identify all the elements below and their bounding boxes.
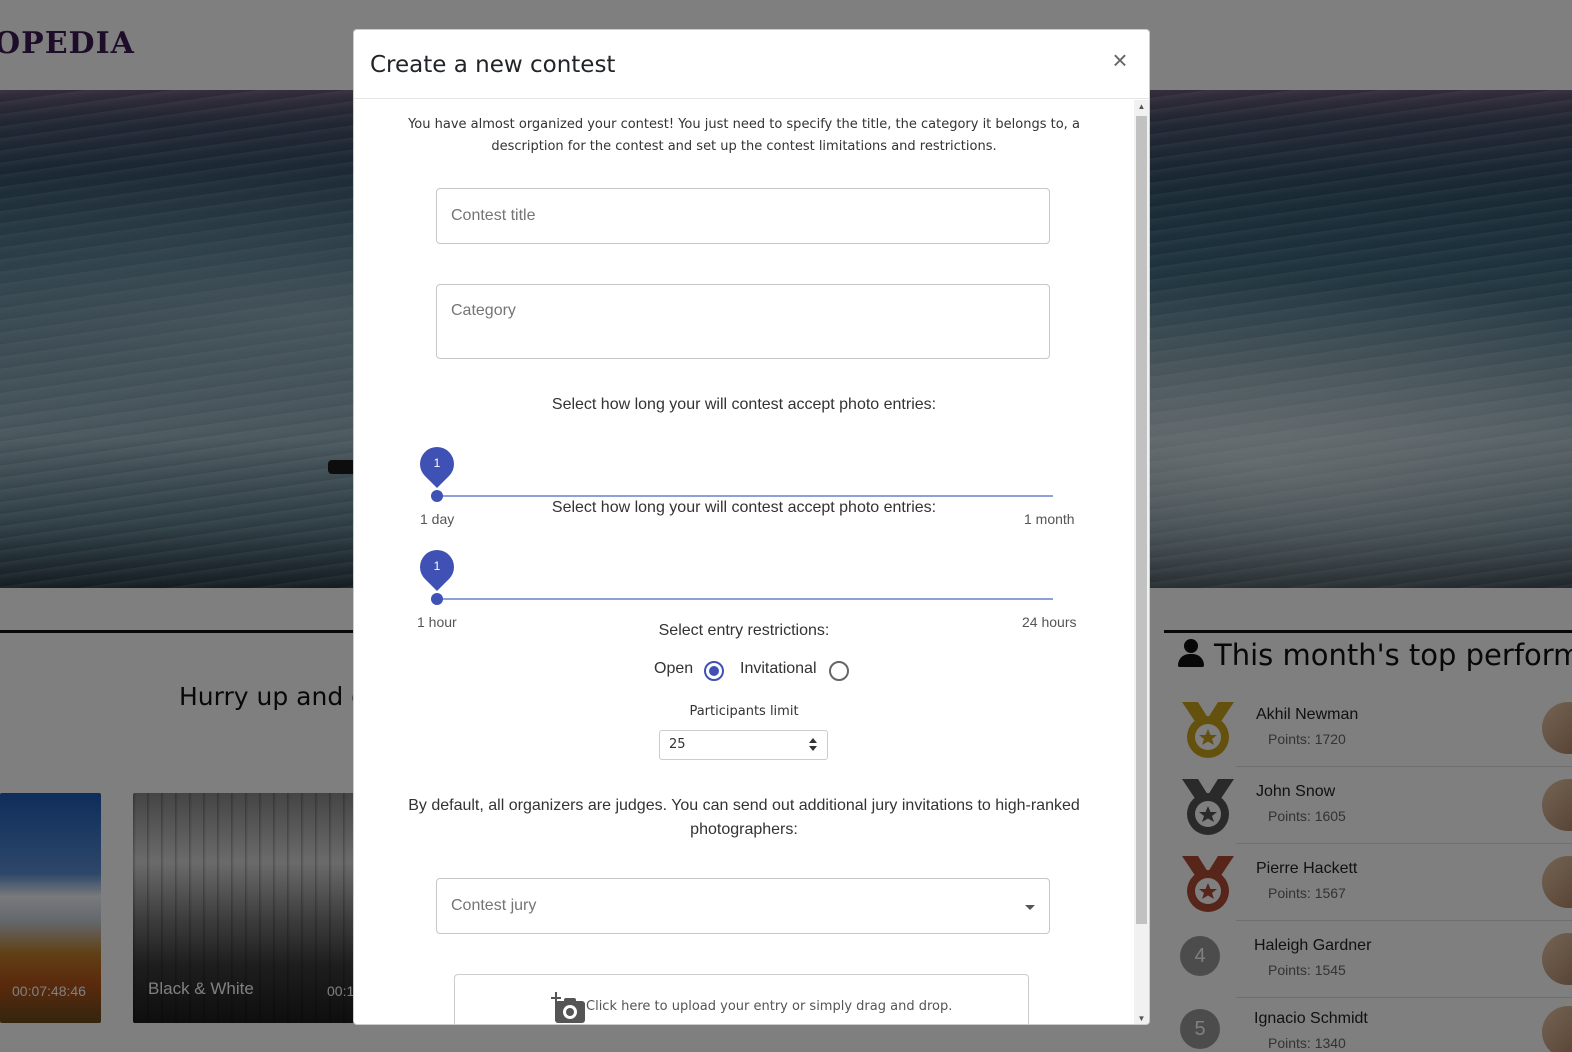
intro-text: You have almost organized your contest! … bbox=[408, 117, 1080, 154]
create-contest-modal: Create a new contest × You have almost o… bbox=[353, 29, 1150, 1025]
scroll-down-arrow[interactable]: ▼ bbox=[1134, 1012, 1149, 1024]
slider-days-label: Select how long your will contest accept… bbox=[551, 396, 937, 413]
modal-body: You have almost organized your contest! … bbox=[354, 100, 1134, 1024]
radio-invitational-label[interactable]: Invitational bbox=[740, 660, 817, 678]
participants-limit-label: Participants limit bbox=[689, 704, 799, 719]
upload-text: Click here to upload your entry or simpl… bbox=[586, 999, 953, 1014]
radio-open-label[interactable]: Open bbox=[654, 660, 693, 678]
jury-placeholder: Contest jury bbox=[451, 897, 537, 914]
slider-days-track[interactable] bbox=[437, 495, 1053, 497]
slider-hours-track[interactable] bbox=[437, 598, 1053, 600]
category-field[interactable] bbox=[436, 284, 1050, 359]
close-icon[interactable]: × bbox=[1107, 47, 1133, 73]
caret-down-icon bbox=[1025, 905, 1035, 910]
camera-plus-icon bbox=[551, 992, 587, 1024]
contest-title-input[interactable] bbox=[437, 189, 1049, 243]
slider-hours-thumb[interactable] bbox=[431, 593, 443, 605]
category-input[interactable] bbox=[437, 285, 1049, 337]
radio-open[interactable] bbox=[704, 661, 724, 681]
select-arrows-icon bbox=[809, 738, 817, 752]
contest-jury-select[interactable]: Contest jury bbox=[436, 878, 1050, 934]
slider-hours-label: Select how long your will contest accept… bbox=[551, 499, 937, 516]
participants-limit-select[interactable]: 25 bbox=[659, 730, 828, 760]
scroll-up-arrow[interactable]: ▲ bbox=[1134, 100, 1149, 114]
restrictions-label: Select entry restrictions: bbox=[658, 622, 830, 639]
upload-dropzone[interactable]: Click here to upload your entry or simpl… bbox=[454, 974, 1029, 1024]
slider-value: 1 bbox=[433, 559, 441, 573]
contest-title-field[interactable] bbox=[436, 188, 1050, 244]
modal-header: Create a new contest × bbox=[354, 30, 1149, 99]
modal-title: Create a new contest bbox=[370, 52, 616, 78]
radio-invitational[interactable] bbox=[829, 661, 849, 681]
scrollbar-thumb[interactable] bbox=[1136, 116, 1147, 924]
jury-info-text: By default, all organizers are judges. Y… bbox=[408, 797, 1080, 838]
slider-value: 1 bbox=[433, 456, 441, 470]
modal-scrollbar[interactable]: ▲ ▼ bbox=[1134, 100, 1149, 1024]
participants-limit-value: 25 bbox=[669, 737, 686, 752]
